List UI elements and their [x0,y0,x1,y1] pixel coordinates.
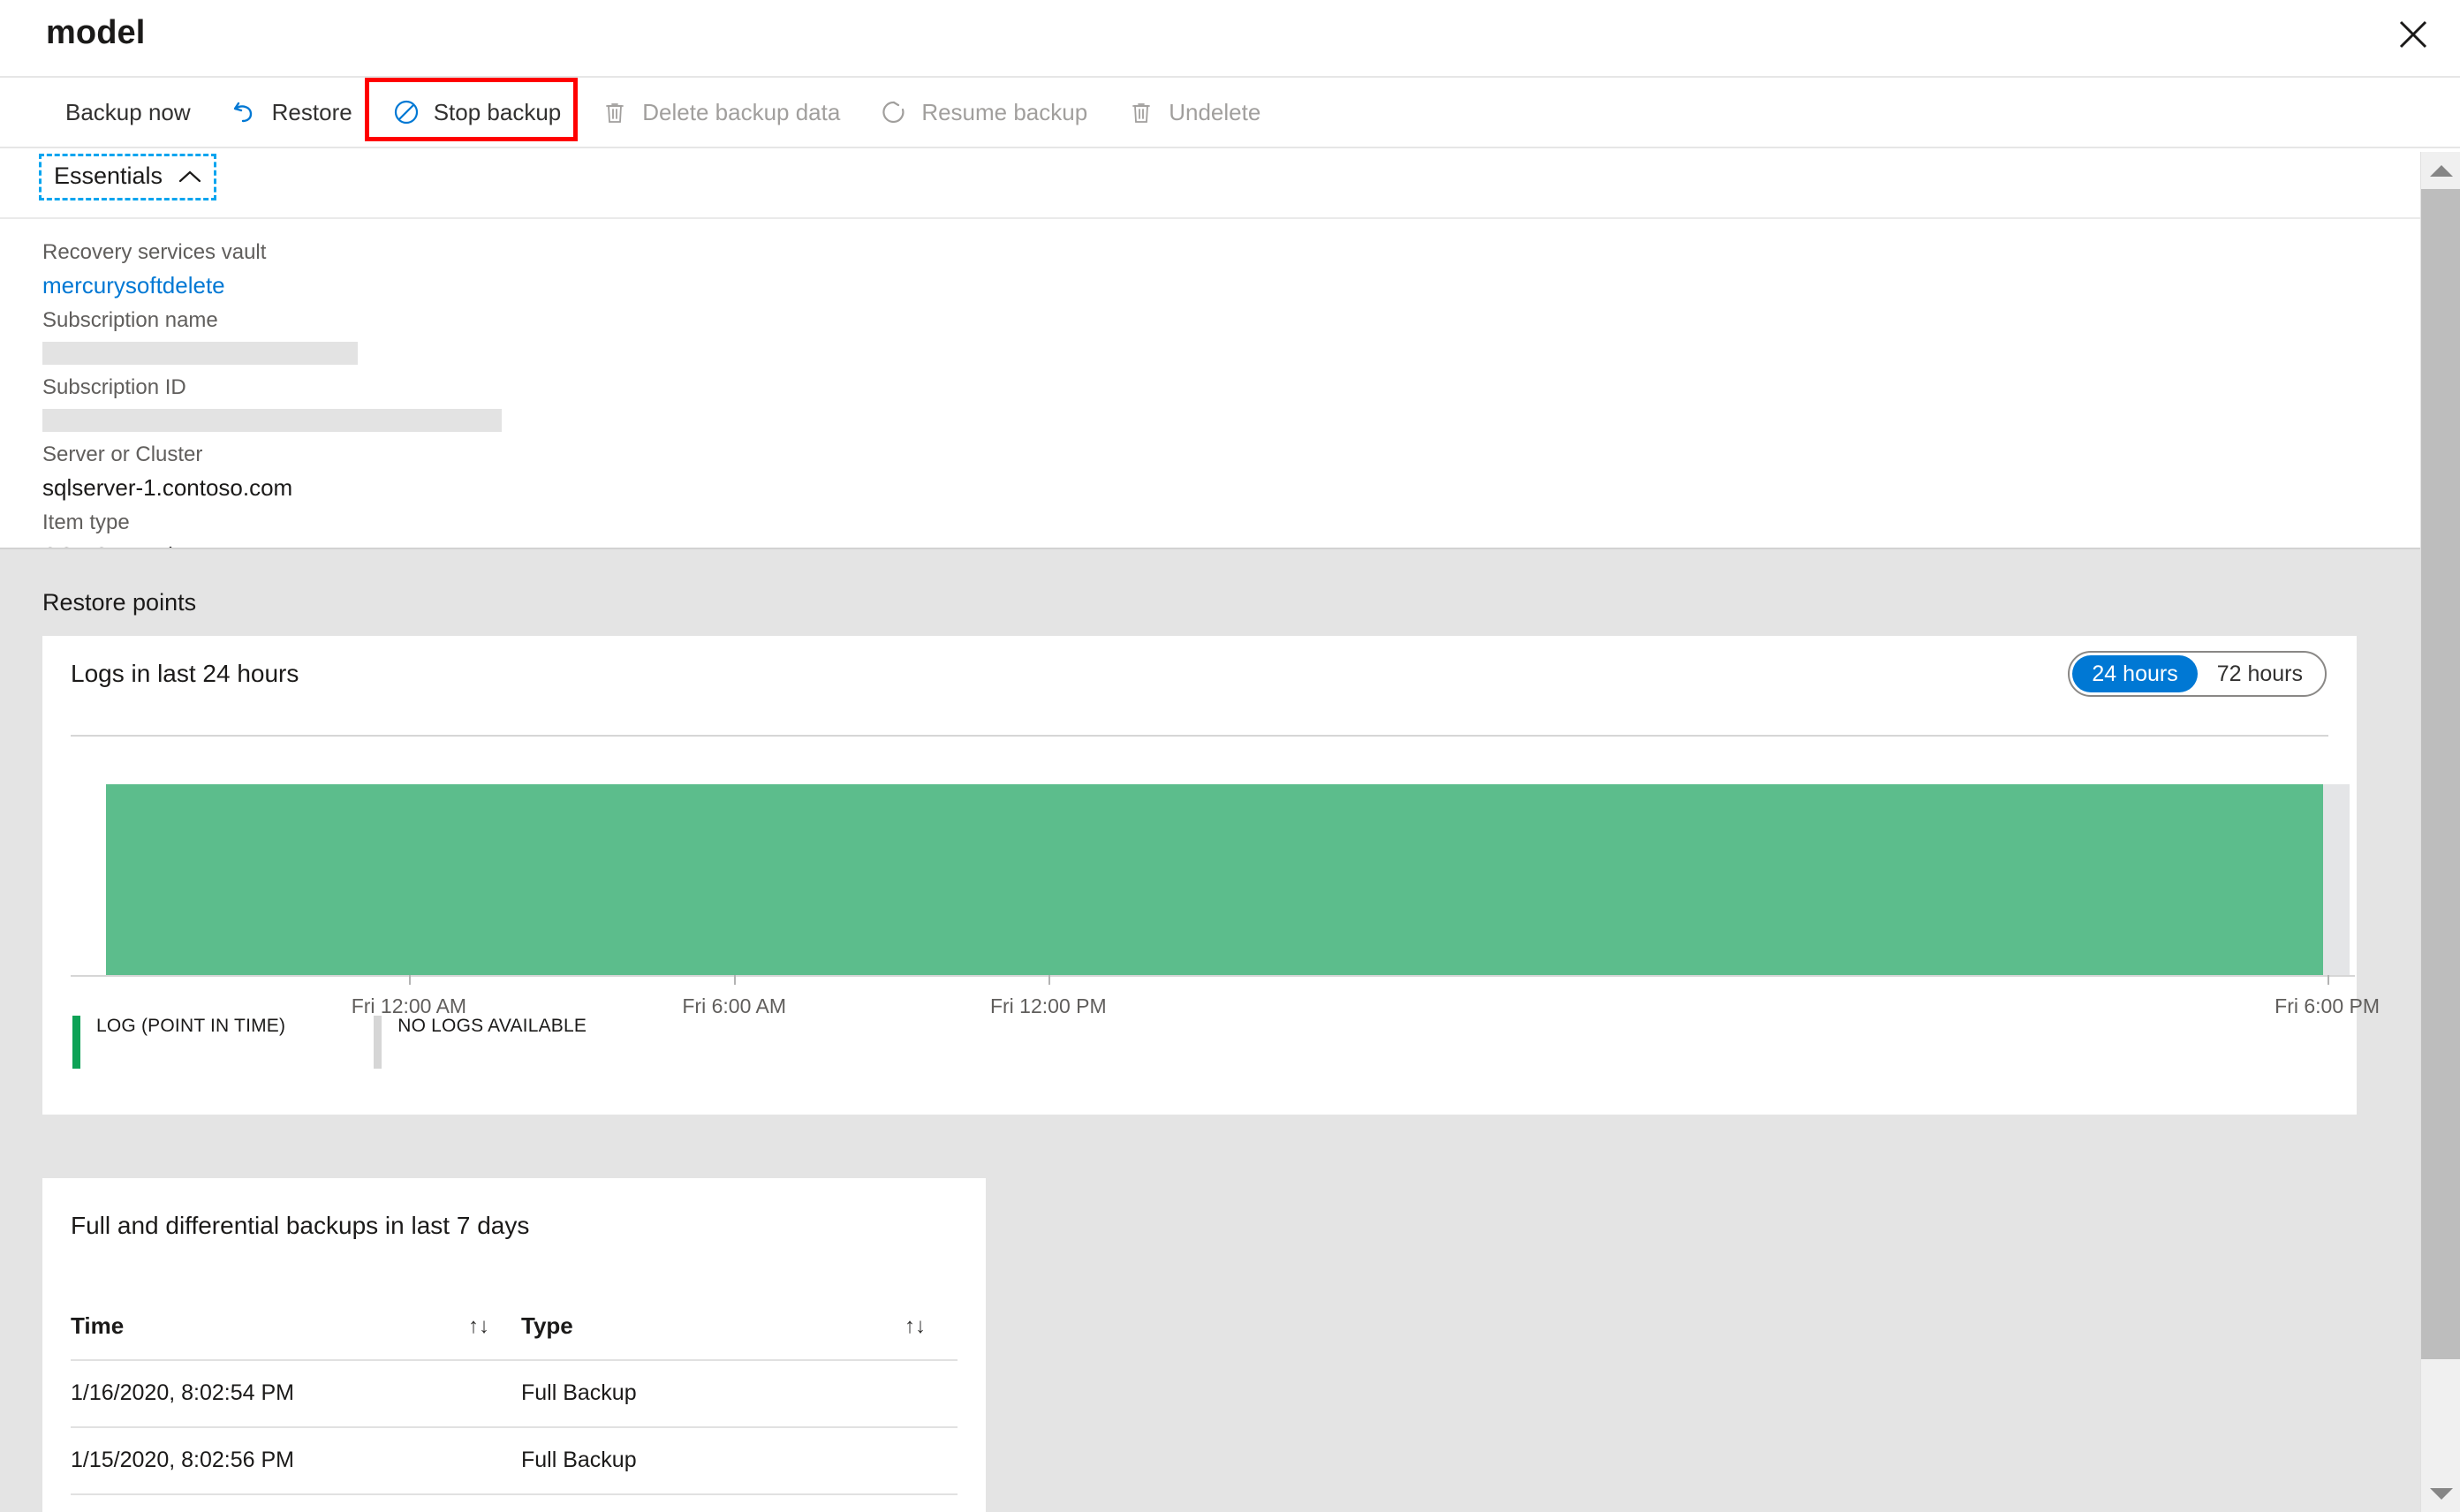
restore-points-region: Restore points Logs in last 24 hours 24 … [0,548,2420,1512]
table-row[interactable]: 1/15/2020, 8:02:56 PM Full Backup [71,1427,958,1495]
chart-legend: LOG (POINT IN TIME) NO LOGS AVAILABLE [72,1016,587,1069]
column-header-time-label: Time [71,1312,125,1339]
undelete-label: Undelete [1169,98,1261,125]
sort-arrows-icon[interactable]: ↑↓ [468,1314,489,1339]
time-range-toggle[interactable]: 24 hours 72 hours [2068,651,2327,697]
backups-table-body: 1/16/2020, 8:02:54 PM Full Backup 1/15/202… [71,1360,958,1512]
cell-type: Full Backup [521,1360,958,1428]
essentials-panel: Essentials Recovery services vault mercu… [0,150,2460,1192]
resume-icon [879,97,909,127]
column-header-type-label: Type [521,1312,573,1339]
legend-swatch-green [72,1016,80,1069]
essentials-divider [0,217,2420,219]
field-label: Item type [42,510,130,534]
scrollbar-thumb[interactable] [2421,189,2460,1359]
field-subscription-name: Subscription name [42,305,1191,365]
chart-tick [1048,975,1050,985]
toggle-option-24-hours[interactable]: 24 hours [2072,655,2198,692]
restore-points-heading: Restore points [42,589,197,616]
field-label: Subscription name [42,308,218,332]
cell-type: Full Backup [521,1494,958,1512]
blade-title-bar: model [0,0,2460,78]
close-icon[interactable] [2386,7,2441,62]
server-or-cluster-value: sqlserver-1.contoso.com [42,474,293,501]
field-recovery-services-vault: Recovery services vault mercurysoftdelet… [42,237,1191,302]
backup-now-button[interactable]: Backup now [46,86,210,139]
subscription-id-redacted [42,409,502,432]
logs-card-separator [71,735,2328,737]
backups-card-title: Full and differential backups in last 7 … [71,1212,530,1239]
toggle-option-72-hours[interactable]: 72 hours [2198,655,2322,692]
resume-backup-label: Resume backup [921,98,1088,125]
log-coverage-bar [106,784,2323,975]
legend-item-log: LOG (POINT IN TIME) [72,1016,285,1069]
backup-item-blade: model Backup now Restore Stop backup Del… [0,0,2460,1512]
restore-button[interactable]: Restore [210,86,372,139]
page-title: model [46,14,146,51]
logs-card: Logs in last 24 hours 24 hours 72 hours … [42,636,2380,1115]
legend-swatch-gray [374,1016,382,1069]
table-header-row: Time ↑↓ Type ↑↓ [71,1300,958,1361]
table-row[interactable]: 1/14/2020, 8:02:55 PMFull Backup [71,1494,958,1512]
table-row[interactable]: 1/16/2020, 8:02:54 PM Full Backup [71,1360,958,1428]
undelete-button[interactable]: Undelete [1107,86,1280,139]
vertical-scrollbar[interactable] [2420,152,2460,1512]
field-server-or-cluster: Server or Cluster sqlserver-1.contoso.co… [42,439,1191,504]
backup-now-label: Backup now [65,98,191,125]
resume-backup-button[interactable]: Resume backup [859,86,1107,139]
field-subscription-id: Subscription ID [42,372,1191,432]
chart-tick-label: Fri 12:00 AM [351,994,467,1017]
field-label: Server or Cluster [42,442,203,466]
column-header-time[interactable]: Time ↑↓ [71,1300,521,1361]
triangle-down-icon[interactable] [2421,1475,2460,1512]
logs-card-header: Logs in last 24 hours 24 hours 72 hours [42,636,2357,712]
command-bar: Backup now Restore Stop backup Delete ba… [0,78,2460,148]
restore-label: Restore [271,98,352,125]
chevron-up-icon [178,170,201,184]
cell-type: Full Backup [521,1427,958,1495]
legend-item-no-logs: NO LOGS AVAILABLE [374,1016,587,1069]
stop-backup-icon [391,97,421,127]
field-label: Recovery services vault [42,240,267,264]
restore-icon [230,97,260,127]
chart-axis-line [71,975,2355,977]
field-label: Subscription ID [42,375,186,399]
essentials-label: Essentials [54,163,163,189]
chart-tick-label: Fri 6:00 AM [682,994,786,1017]
cell-time: 1/15/2020, 8:02:56 PM [71,1427,521,1495]
cell-time: 1/14/2020, 8:02:55 PM [71,1494,521,1512]
stop-backup-button[interactable]: Stop backup [372,86,581,139]
legend-label-log: LOG (POINT IN TIME) [96,1016,286,1036]
chart-tick [408,975,411,985]
backups-table: Time ↑↓ Type ↑↓ 1/16/2020, 8:02:54 PM Ful [71,1300,958,1512]
triangle-up-icon[interactable] [2421,152,2460,189]
subscription-name-redacted [42,342,358,365]
cell-time: 1/16/2020, 8:02:54 PM [71,1360,521,1428]
delete-backup-data-button[interactable]: Delete backup data [580,86,859,139]
trash-icon [600,97,630,127]
legend-label-no-logs: NO LOGS AVAILABLE [397,1016,587,1036]
essentials-toggle[interactable]: Essentials [39,154,217,200]
column-header-type[interactable]: Type ↑↓ [521,1300,958,1361]
chart-tick-label: Fri 6:00 PM [2275,994,2381,1017]
chart-tick [2327,975,2329,985]
recovery-services-vault-link[interactable]: mercurysoftdelete [42,268,1191,302]
chart-tick-label: Fri 12:00 PM [989,994,1107,1017]
backups-card: Full and differential backups in last 7 … [42,1178,986,1512]
chart-tick [734,975,737,985]
stop-backup-label: Stop backup [433,98,562,125]
delete-backup-data-label: Delete backup data [642,98,841,125]
logs-timeline-chart: Fri 12:00 AM Fri 6:00 AM Fri 12:00 PM Fri 6… [71,784,2380,1017]
sort-arrows-icon[interactable]: ↑↓ [905,1314,926,1339]
logs-card-title: Logs in last 24 hours [71,660,299,687]
trash-icon [1126,97,1156,127]
